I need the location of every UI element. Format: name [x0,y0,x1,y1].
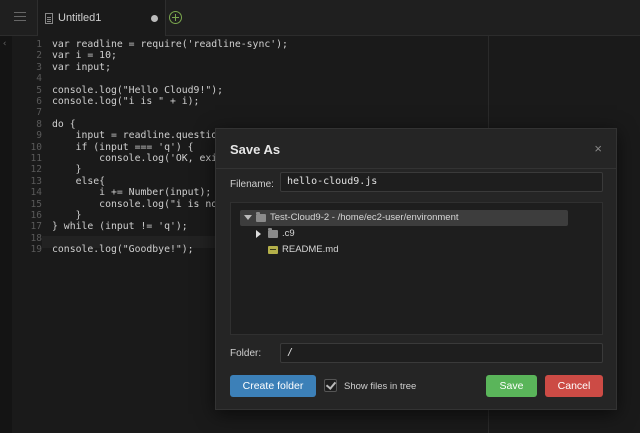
dialog-title: Save As [230,142,281,157]
line-number: 6 [36,96,42,107]
folder-icon [256,212,266,222]
line-number: 13 [30,175,42,187]
save-as-dialog: Save As × Filename: hello-cloud9.js Test… [215,128,617,410]
close-icon[interactable]: × [594,141,602,156]
line-number: 12 [30,164,42,176]
code-line[interactable]: console.log("Goodbye!"); [52,244,194,255]
caret-right-icon[interactable] [256,230,261,238]
tree-item-c9[interactable]: .c9 [240,226,360,242]
code-line[interactable]: i += Number(input); [52,187,211,198]
dialog-header: Save As × [216,129,616,169]
add-tab-icon[interactable] [169,11,182,24]
tab-untitled1[interactable]: Untitled1 [38,0,166,36]
line-number: 14 [30,187,42,199]
code-line[interactable]: console.log("i is " + i); [52,96,199,107]
code-line[interactable]: } [52,164,82,175]
line-number: 3 [36,61,42,73]
line-number: 8 [36,118,42,130]
line-number: 15 [30,198,42,210]
create-folder-button[interactable]: Create folder [230,375,316,397]
tab-bar: Untitled1 [0,0,640,36]
tree-item-label: README.md [282,244,339,255]
folder-tree[interactable]: Test-Cloud9-2 - /home/ec2-user/environme… [230,202,603,335]
show-files-checkbox[interactable] [324,379,337,392]
code-line[interactable]: do { [52,119,76,130]
tree-item-readme[interactable]: README.md [240,242,380,258]
code-line[interactable]: if (input === 'q') { [52,142,194,153]
line-number: 1 [36,39,42,50]
folder-input[interactable]: / [280,343,603,363]
line-number: 16 [30,210,42,221]
caret-down-icon[interactable] [244,215,252,220]
code-line[interactable]: console.log("Hello Cloud9!"); [52,85,223,96]
show-files-label: Show files in tree [344,381,417,392]
code-line[interactable]: else{ [52,176,106,187]
tree-item-label: Test-Cloud9-2 - /home/ec2-user/environme… [270,212,459,223]
line-number: 11 [30,153,42,164]
line-number: 18 [30,232,42,244]
save-button[interactable]: Save [486,375,537,397]
code-line[interactable]: input = readline.question("E [52,130,241,141]
line-number: 7 [36,107,42,119]
collapse-icon[interactable]: ‹ [2,39,7,49]
line-number-gutter: 1 2 3 4 5 6 7 8 9 10 11 12 13 14 15 16 17 18 19 [12,36,42,433]
markdown-file-icon [268,246,278,254]
code-line[interactable]: var readline = require('readline-sync'); [52,39,288,50]
code-line[interactable]: } while (input != 'q'); [52,221,188,232]
code-line[interactable]: var i = 10; [52,50,117,61]
file-icon [45,13,53,24]
line-number: 5 [36,84,42,96]
code-line[interactable]: console.log("i is now " [52,199,235,210]
filename-input[interactable]: hello-cloud9.js [280,172,603,192]
filename-label: Filename: [230,179,274,190]
left-panel-strip: ‹ [0,36,12,433]
line-number: 4 [36,73,42,85]
code-line[interactable]: var input; [52,62,111,73]
line-number: 10 [30,141,42,153]
unsaved-dot-icon[interactable] [151,15,158,22]
folder-label: Folder: [230,348,262,359]
line-number: 9 [36,130,42,142]
folder-icon [268,228,278,238]
line-number: 2 [36,50,42,62]
line-number: 19 [30,244,42,256]
code-line[interactable]: console.log('OK, exiting [52,153,241,164]
code-line[interactable]: } [52,210,82,221]
line-number: 17 [30,221,42,233]
menu-icon[interactable] [14,12,26,22]
cancel-button[interactable]: Cancel [545,375,603,397]
tab-label: Untitled1 [58,12,102,24]
tree-item-label: .c9 [282,228,295,239]
tree-item-root[interactable]: Test-Cloud9-2 - /home/ec2-user/environme… [240,210,568,226]
